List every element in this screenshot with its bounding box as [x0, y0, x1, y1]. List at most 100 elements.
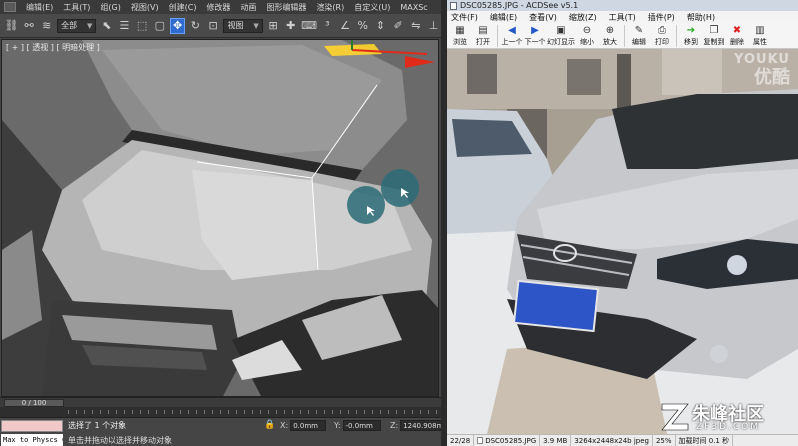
coord-y-field[interactable]: -0.0mm [342, 420, 381, 431]
toolbar-button-edit[interactable]: ✎ 编辑 [628, 23, 650, 47]
copy-to-icon: ❐ [709, 25, 719, 36]
select-and-rotate-icon[interactable]: ↻ [188, 18, 203, 34]
pivot-center-icon[interactable]: ⊞ [266, 18, 281, 34]
car-model-render [2, 40, 438, 396]
coord-z-field[interactable]: 1240.908m [400, 420, 441, 431]
max-menu-modifiers[interactable]: 修改器 [206, 2, 230, 13]
time-slider-bar[interactable]: 0 / 100 [0, 397, 441, 407]
zf3d-watermark: 朱峰社区 ZF3D.COM [660, 400, 792, 434]
status-load-time: 加载时间 0.1 秒 [676, 435, 734, 446]
coord-x-label: X: [280, 421, 289, 430]
trackbar-ticks [68, 410, 437, 414]
max-window: 编辑(E) 工具(T) 组(G) 视图(V) 创建(C) 修改器 动画 图形编辑… [0, 0, 441, 446]
viewport-label[interactable]: [ + ] [ 透视 ] [ 明暗处理 ] [6, 42, 100, 53]
link-icon[interactable]: ⛓ [4, 18, 19, 34]
trackbar[interactable] [0, 407, 441, 417]
youku-watermark-cn: 优酷 [754, 67, 790, 88]
acd-menu-tools[interactable]: 工具(T) [609, 12, 636, 23]
car-photo-image [447, 49, 798, 434]
status-filename-text: DSC05285.JPG [485, 436, 537, 445]
toolbar-button-previous[interactable]: ◀ 上一个 [501, 23, 523, 47]
rect-selection-icon[interactable]: ⬚ [135, 18, 150, 34]
mirror-icon[interactable]: ⇋ [409, 18, 424, 34]
slideshow-icon: ▣ [556, 25, 566, 36]
toolbar-button-next[interactable]: ▶ 下一个 [524, 23, 546, 47]
print-icon: ⎙ [658, 25, 666, 36]
selection-filter-dropdown[interactable]: 全部 ▼ [57, 18, 97, 33]
toolbar-button-print[interactable]: ⎙ 打印 [651, 23, 673, 47]
percent-snap-icon[interactable]: % [355, 18, 370, 34]
toolbar-button-label: 打印 [655, 38, 669, 46]
max-menu-create[interactable]: 创建(C) [169, 2, 197, 13]
toolbar-separator [624, 25, 625, 47]
select-and-scale-icon[interactable]: ⊡ [206, 18, 221, 34]
snap-toggle-icon[interactable]: ³ [320, 18, 335, 34]
max-menu-group[interactable]: 组(G) [100, 2, 120, 13]
max-menu-rendering[interactable]: 渲染(R) [316, 2, 344, 13]
max-menu-maxscript[interactable]: MAXSc [400, 3, 427, 12]
max-menu-tools[interactable]: 工具(T) [63, 2, 90, 13]
toolbar-button-properties[interactable]: ▥ 属性 [749, 23, 771, 47]
toolbar-button-browse[interactable]: ▦ 浏览 [449, 23, 471, 47]
angle-snap-icon[interactable]: ∠ [338, 18, 353, 34]
youku-watermark: YOUKU 优酷 [734, 51, 790, 87]
selection-filter-value: 全部 [61, 21, 78, 30]
status-dimensions: 3264x2448x24b jpeg [571, 435, 653, 446]
chevron-down-icon: ▼ [86, 21, 93, 30]
max-menubar: 编辑(E) 工具(T) 组(G) 视图(V) 创建(C) 修改器 动画 图形编辑… [0, 0, 441, 14]
toolbar-button-move-to[interactable]: ➔ 移到 [680, 23, 702, 47]
coord-x-field[interactable]: 0.0mm [290, 420, 327, 431]
toolbar-button-copy-to[interactable]: ❐ 复制到 [703, 23, 725, 47]
select-and-move-icon[interactable]: ✥ [170, 17, 186, 34]
max-menu-graph-editors[interactable]: 图形编辑器 [266, 2, 306, 13]
perspective-viewport[interactable]: [ + ] [ 透视 ] [ 明暗处理 ] [1, 39, 439, 397]
unlink-icon[interactable]: ⚯ [22, 18, 37, 34]
image-index: 22/28 [447, 435, 475, 446]
properties-icon: ▥ [755, 25, 765, 36]
max-menu-views[interactable]: 视图(V) [131, 2, 159, 13]
acd-menu-zoom[interactable]: 缩放(Z) [569, 12, 597, 23]
move-to-icon: ➔ [686, 25, 696, 36]
spinner-snap-icon[interactable]: ⇕ [373, 18, 388, 34]
coord-z-label: Z: [390, 421, 399, 430]
acd-menu-view[interactable]: 查看(V) [529, 12, 557, 23]
acd-menu-file[interactable]: 文件(F) [451, 12, 478, 23]
max-menu-animation[interactable]: 动画 [240, 2, 256, 13]
acd-menu-help[interactable]: 帮助(H) [687, 12, 715, 23]
select-object-icon[interactable]: ⬉ [99, 18, 114, 34]
toolbar-button-zoom-in[interactable]: ⊕ 放大 [599, 23, 621, 47]
selection-lock-icon[interactable]: 🔒 [264, 420, 275, 431]
toolbar-button-label: 删除 [730, 38, 744, 46]
toolbar-button-slideshow[interactable]: ▣ 幻灯显示 [547, 23, 575, 47]
status-zoom[interactable]: 25% [653, 435, 676, 446]
zf3d-logo-icon [661, 403, 689, 431]
named-selection-icon[interactable]: ✐ [391, 18, 406, 34]
bind-spacewarp-icon[interactable]: ≋ [39, 18, 54, 34]
acdsee-titlebar: DSC05285.JPG - ACDSee v5.1 [447, 0, 798, 11]
max-app-icon[interactable] [4, 2, 16, 12]
select-manipulate-icon[interactable]: ✚ [283, 18, 298, 34]
keyboard-shortcut-icon[interactable]: ⌨ [301, 18, 317, 34]
ref-coord-dropdown[interactable]: 视图 ▼ [223, 18, 263, 33]
acdsee-status-bar: 22/28 DSC05285.JPG 3.9 MB 3264x2448x24b … [447, 434, 798, 446]
file-icon [477, 437, 484, 444]
toolbar-button-delete[interactable]: ✖ 删除 [726, 23, 748, 47]
coord-y-label: Y: [334, 421, 341, 430]
align-icon[interactable]: ⊥ [426, 18, 441, 34]
coord-y: Y: -0.0mm [334, 420, 381, 431]
previous-icon: ◀ [508, 25, 516, 36]
acd-menu-plugins[interactable]: 插件(P) [648, 12, 675, 23]
max-menu-customize[interactable]: 自定义(U) [354, 2, 390, 13]
maxscript-listener-input[interactable]: Max to Physcs C [1, 434, 63, 446]
acdsee-toolbar: ▦ 浏览 ▤ 打开 ◀ 上一个 ▶ 下一个 ▣ 幻灯显示 ⊖ 缩小 ⊕ 放大 ✎ 编辑 ⎙ 打印 ➔ 移到 ❐ 复制到 ✖ 删… [447, 23, 798, 49]
select-by-name-icon[interactable]: ☰ [117, 18, 132, 34]
maxscript-listener-output[interactable] [1, 420, 63, 432]
window-crossing-icon[interactable]: ▢ [152, 18, 167, 34]
acd-menu-edit[interactable]: 编辑(E) [490, 12, 517, 23]
max-menu-edit[interactable]: 编辑(E) [26, 2, 53, 13]
time-slider[interactable]: 0 / 100 [4, 399, 64, 407]
toolbar-button-label: 复制到 [703, 38, 725, 46]
toolbar-button-zoom-out[interactable]: ⊖ 缩小 [576, 23, 598, 47]
toolbar-button-open-folder[interactable]: ▤ 打开 [472, 23, 494, 47]
acdsee-title: DSC05285.JPG - ACDSee v5.1 [460, 1, 579, 10]
